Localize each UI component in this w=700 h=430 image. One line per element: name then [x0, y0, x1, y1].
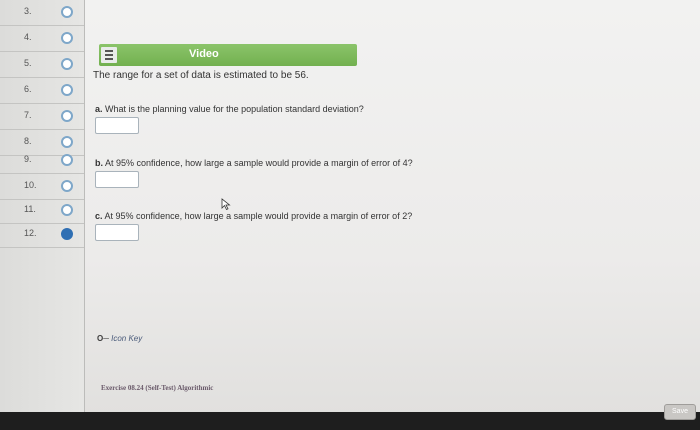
question-nav-item-7[interactable]: 7.: [0, 104, 84, 130]
part-a-prompt: a. What is the planning value for the po…: [95, 104, 364, 114]
mouse-pointer-icon: [221, 198, 231, 210]
part-c-prompt: c. At 95% confidence, how large a sample…: [95, 211, 412, 221]
question-nav-item-6[interactable]: 6.: [0, 78, 84, 104]
question-number: 7.: [24, 110, 32, 120]
question-number: 4.: [24, 32, 32, 42]
question-nav-item-10[interactable]: 10.: [0, 174, 84, 200]
part-b-prompt: b. At 95% confidence, how large a sample…: [95, 158, 413, 168]
question-nav-item-11[interactable]: 11.: [0, 198, 84, 224]
question-number: 3.: [24, 6, 32, 16]
part-letter: c.: [95, 211, 103, 221]
video-button[interactable]: Video: [99, 44, 357, 66]
question-status-radio[interactable]: [61, 136, 73, 148]
save-button[interactable]: Save: [664, 404, 696, 420]
question-status-radio[interactable]: [61, 180, 73, 192]
problem-intro: The range for a set of data is estimated…: [93, 70, 309, 81]
icon-key-label: Icon Key: [111, 334, 143, 343]
film-icon: [101, 47, 117, 63]
exercise-label: Exercise 08.24 (Self-Test) Algorithmic: [101, 384, 214, 392]
question-nav-item-5[interactable]: 5.: [0, 52, 84, 78]
part-a-answer-input[interactable]: [95, 117, 139, 134]
question-status-radio[interactable]: [61, 6, 73, 18]
question-status-radio[interactable]: [61, 154, 73, 166]
key-icon: O─: [97, 334, 109, 343]
question-number: 12.: [24, 228, 37, 238]
question-content: Video The range for a set of data is est…: [85, 0, 700, 412]
question-number: 9.: [24, 154, 32, 164]
question-status-radio[interactable]: [61, 32, 73, 44]
question-sidebar: 3. 4. 5. 6. 7. 8. 9. 10. 11. 12.: [0, 0, 85, 412]
video-label: Video: [189, 48, 219, 60]
question-number: 5.: [24, 58, 32, 68]
question-number: 11.: [24, 204, 36, 214]
question-number: 8.: [24, 136, 32, 146]
part-text: At 95% confidence, how large a sample wo…: [105, 158, 413, 168]
part-letter: b.: [95, 158, 103, 168]
part-text: At 95% confidence, how large a sample wo…: [104, 211, 413, 221]
question-status-radio[interactable]: [61, 204, 73, 216]
question-nav-item-9[interactable]: 9.: [0, 148, 84, 174]
question-nav-item-3[interactable]: 3.: [0, 0, 84, 26]
question-number: 6.: [24, 84, 32, 94]
part-letter: a.: [95, 104, 103, 114]
question-nav-item-4[interactable]: 4.: [0, 26, 84, 52]
question-status-radio[interactable]: [61, 84, 73, 96]
question-number: 10.: [24, 180, 37, 190]
question-status-radio-current[interactable]: [61, 228, 73, 240]
question-status-radio[interactable]: [61, 58, 73, 70]
icon-key-link[interactable]: O─ Icon Key: [97, 334, 142, 343]
part-text: What is the planning value for the popul…: [105, 104, 364, 114]
question-status-radio[interactable]: [61, 110, 73, 122]
bottom-bar: [0, 412, 700, 430]
part-c-answer-input[interactable]: [95, 224, 139, 241]
part-b-answer-input[interactable]: [95, 171, 139, 188]
question-nav-item-12[interactable]: 12.: [0, 222, 84, 248]
